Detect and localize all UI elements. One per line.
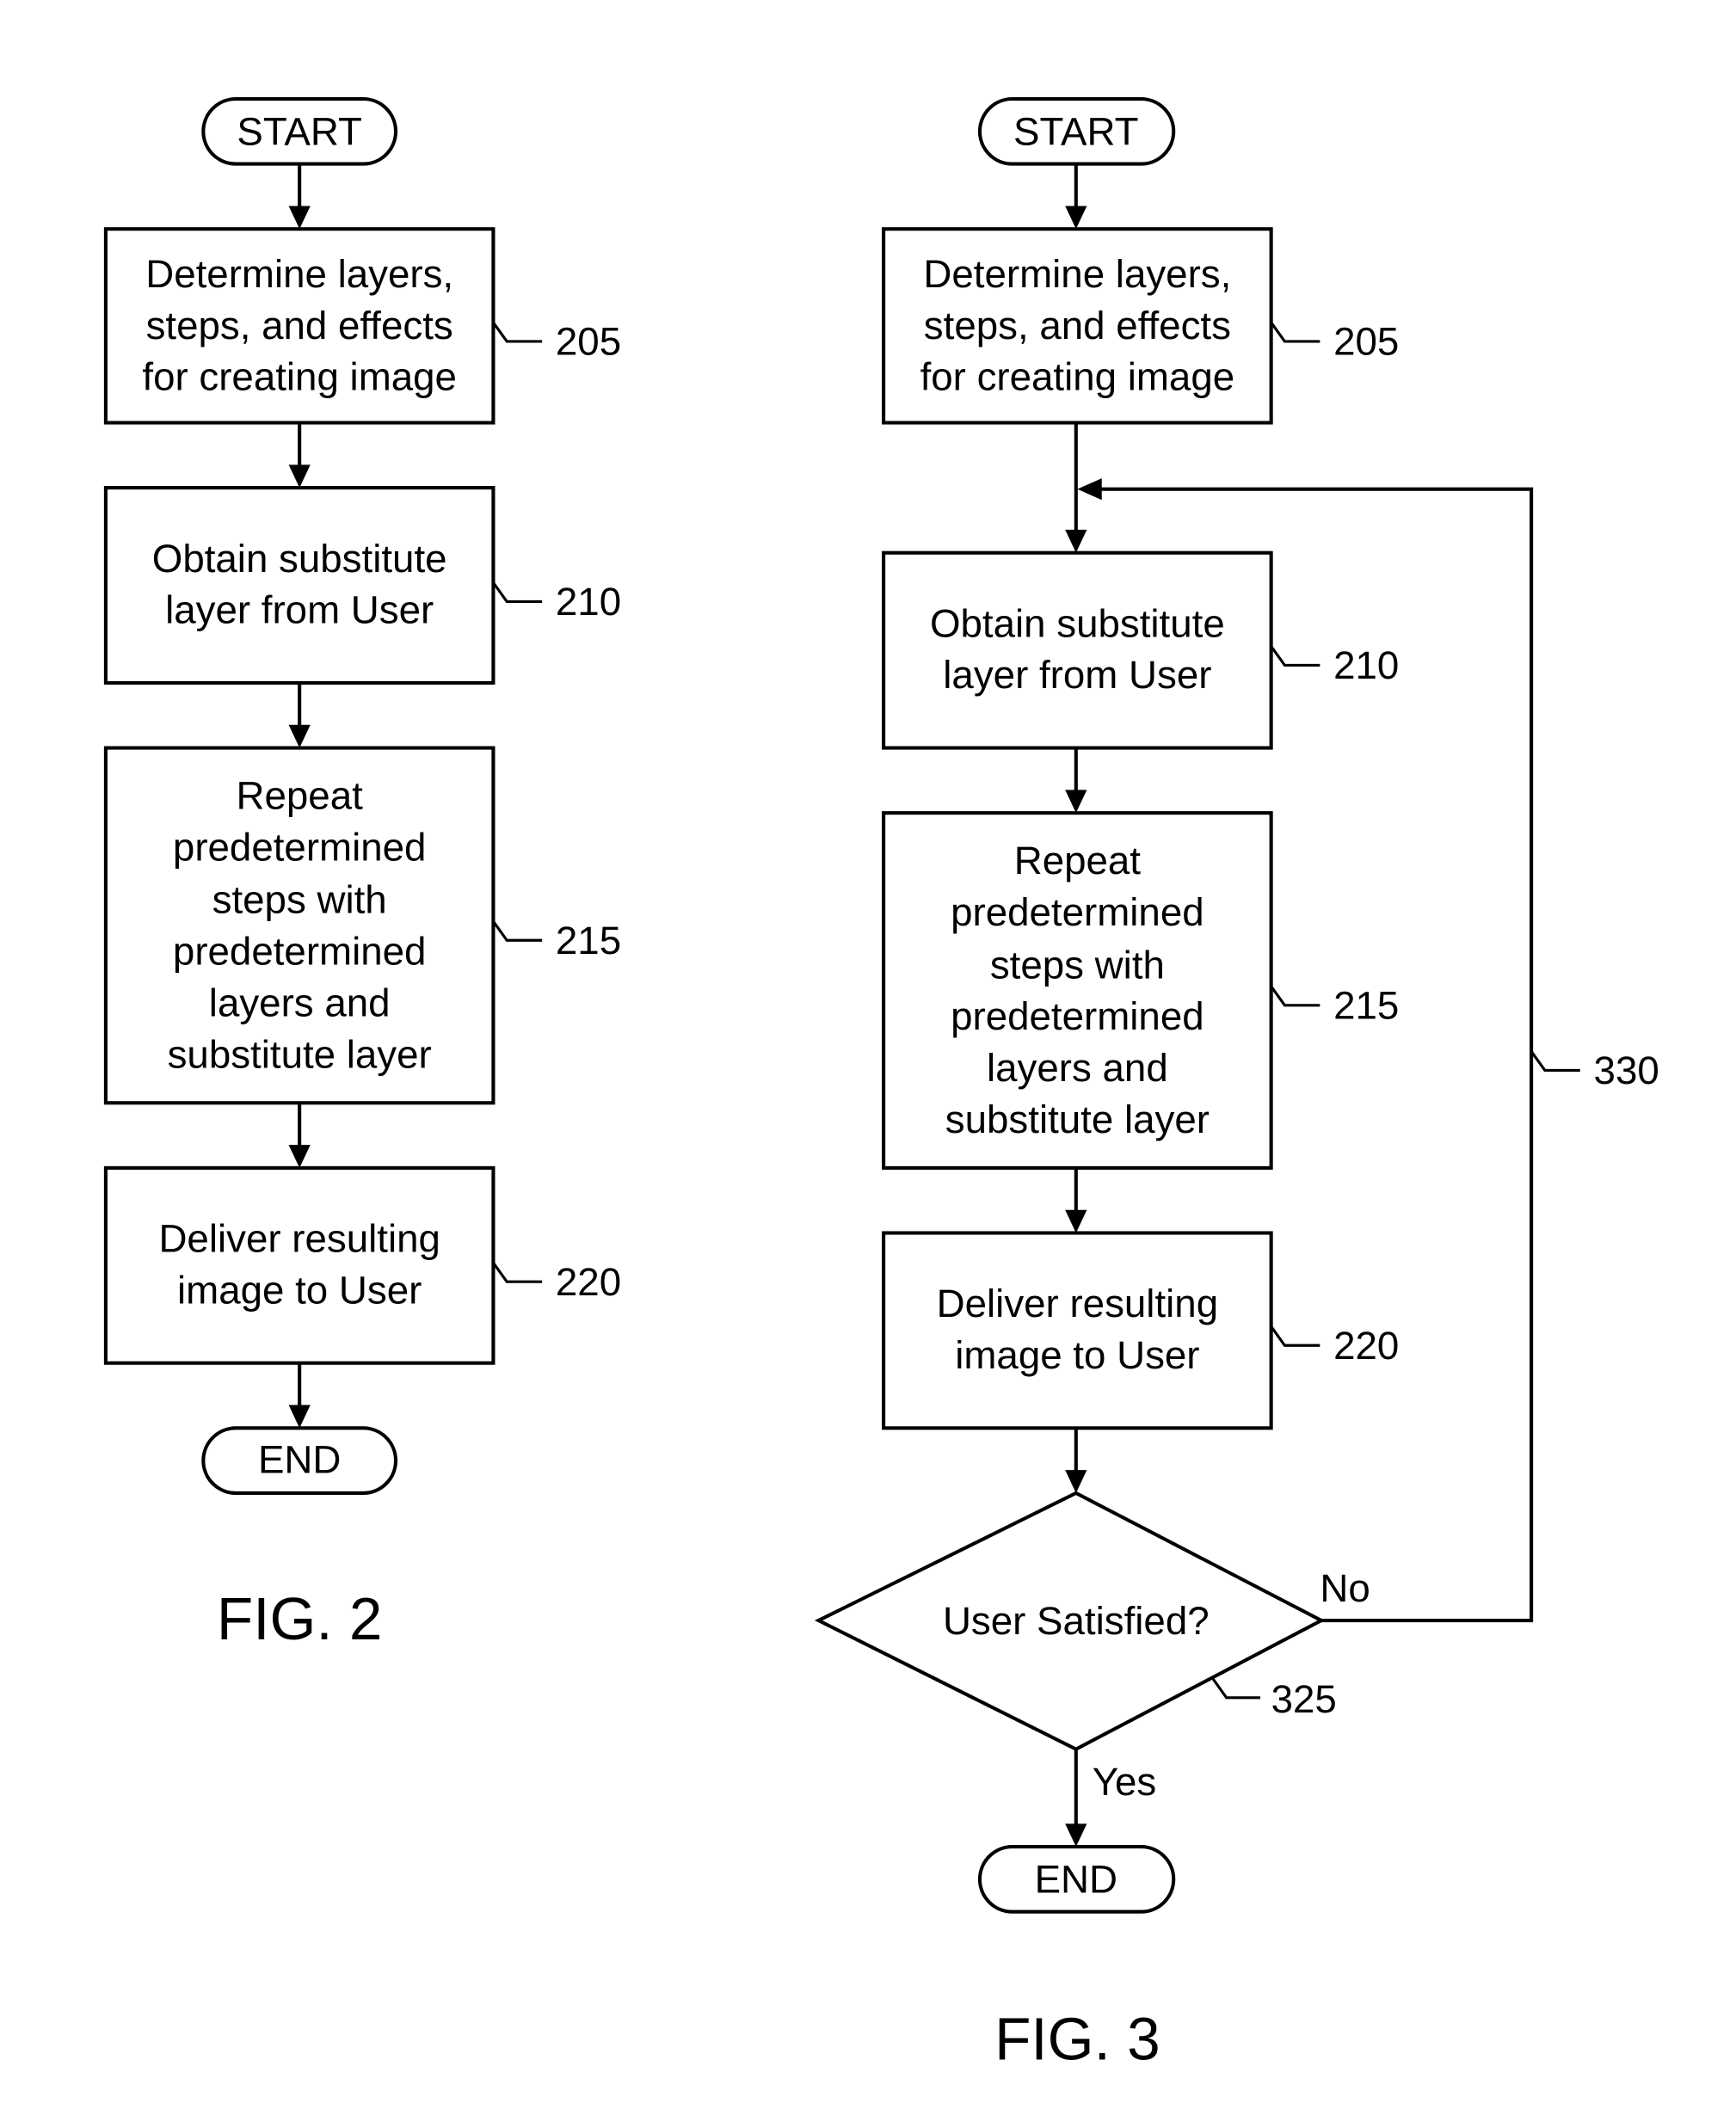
fig3-ref-leader [1270,985,1320,1007]
fig2-ref-leader [492,321,543,343]
fig2-step-215-line: Repeat [237,773,364,817]
fig2-ref-215: 215 [556,919,621,962]
patent-figures: START Determine layers, steps, and effec… [103,96,1659,2072]
fig3-ref-220: 220 [1333,1324,1399,1368]
arrow-down-icon [288,1145,311,1168]
arrow-down-icon [1065,1823,1087,1848]
fig2-ref-leader [492,1262,543,1283]
fig3-start-label: START [1013,110,1139,154]
fig3-decision-label: User Satisfied? [943,1599,1210,1643]
arrow-down-icon [1065,1470,1087,1493]
fig3-step-210-box [882,550,1273,750]
fig3-caption: FIG. 3 [994,2005,1160,2072]
fig2-step-210-line: layer from User [165,588,434,632]
fig3-step-215-line: predetermined [951,994,1204,1038]
fig3-ref-leader [1530,1050,1580,1073]
fig2-step-215-line: steps with [212,878,387,922]
fig2-step-215-line: substitute layer [168,1032,432,1076]
fig3-ref-leader [1270,1325,1320,1347]
fig3-step-215-line: Repeat [1014,839,1142,882]
fig2-step-210-line: Obtain substitute [152,537,447,581]
fig2-ref-205: 205 [556,320,621,364]
fig3-end-label: END [1035,1858,1117,1902]
fig3-ref-leader [1270,321,1320,343]
fig3-ref-330: 330 [1594,1048,1659,1092]
arrow-left-icon [1077,478,1102,501]
fig2-step-205-line: for creating image [142,355,457,399]
fig3-ref-210: 210 [1333,643,1399,687]
fig2-step-215-line: predetermined [173,825,427,869]
fig3-step-220-line: Deliver resulting [937,1282,1218,1325]
arrow-down-icon [288,1405,311,1429]
fig2-step-215-line: predetermined [173,930,427,974]
fig3-ref-215: 215 [1333,984,1399,1028]
arrow-down-icon [1065,529,1087,553]
fig3-decision-yes-label: Yes [1093,1760,1157,1804]
fig2-ref-210: 210 [556,580,621,624]
fig2-flowchart: START Determine layers, steps, and effec… [103,96,621,1652]
fig3-step-220-line: image to User [955,1333,1199,1377]
fig3-ref-leader [1270,645,1320,667]
fig2-step-205-line: steps, and effects [146,304,453,347]
fig3-step-215-line: predetermined [951,890,1204,934]
fig2-step-210-box [103,486,496,685]
fig3-step-210-line: layer from User [943,653,1211,697]
fig2-ref-leader [492,920,543,942]
fig2-ref-220: 220 [556,1260,621,1304]
fig3-ref-325: 325 [1271,1677,1337,1721]
fig2-step-220-box [103,1165,496,1365]
arrow-down-icon [1065,206,1087,230]
arrow-down-icon [288,724,311,748]
fig3-step-205-line: Determine layers, [923,252,1231,296]
arrow-down-icon [1065,790,1087,814]
fig2-step-205-line: Determine layers, [145,252,453,296]
fig3-step-205-line: steps, and effects [924,304,1231,347]
fig3-step-215-line: substitute layer [945,1097,1210,1141]
fig3-flowchart: START Determine layers, steps, and effec… [814,96,1659,2072]
fig2-ref-leader [492,581,543,603]
fig2-step-220-line: Deliver resulting [158,1217,440,1261]
fig2-step-220-line: image to User [177,1268,422,1312]
fig3-step-205-line: for creating image [920,355,1235,399]
arrow-down-icon [288,464,311,489]
fig2-caption: FIG. 2 [217,1585,383,1652]
fig3-ref-leader [1211,1677,1261,1700]
fig2-start-label: START [237,110,362,154]
fig3-step-220-box [882,1231,1273,1430]
arrow-down-icon [1065,1209,1087,1233]
fig3-step-215-line: steps with [990,943,1165,987]
fig2-step-215-line: layers and [209,981,391,1024]
fig3-step-210-line: Obtain substitute [930,601,1225,645]
fig3-decision-no-label: No [1320,1566,1370,1610]
fig3-ref-205: 205 [1333,320,1399,364]
fig3-step-215-line: layers and [987,1046,1168,1090]
fig2-end-label: END [258,1437,341,1481]
arrow-down-icon [288,206,311,230]
